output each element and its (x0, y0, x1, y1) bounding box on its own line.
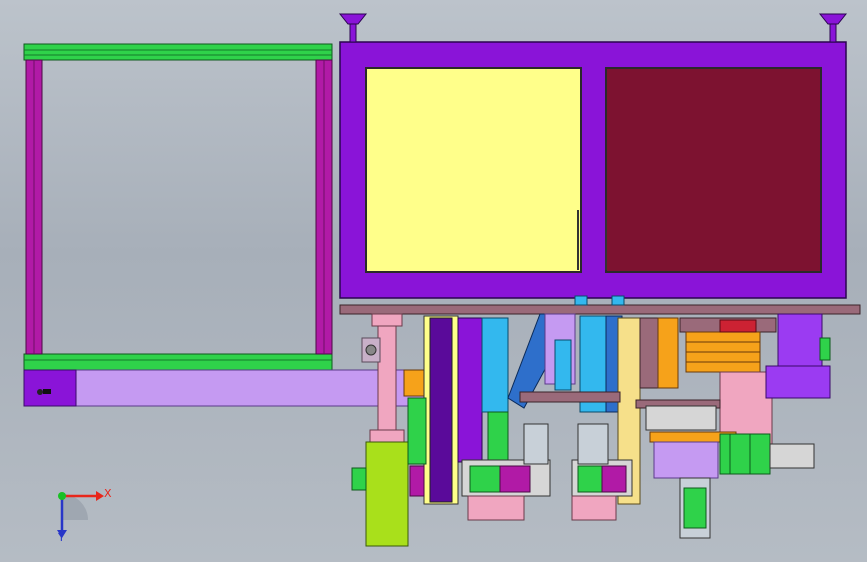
main-housing[interactable] (338, 13, 848, 299)
connector-cyan (611, 295, 625, 306)
bracket-orange (403, 369, 427, 397)
lift-assembly[interactable] (351, 313, 409, 547)
y-axis-label: Y (57, 531, 65, 544)
top-funnel-left-stem (349, 23, 357, 43)
gripper-left-finger (467, 495, 525, 521)
column-violet (457, 317, 483, 463)
x-axis-arrow (96, 491, 104, 501)
lift-rod (377, 325, 397, 431)
bracket-orange-2 (657, 317, 679, 389)
gripper-left-pad-2 (499, 465, 531, 493)
column-purple-core (429, 317, 453, 503)
column-cyan-left (481, 317, 509, 413)
coordinate-triad: X Y (57, 487, 112, 544)
triad-origin (58, 492, 66, 500)
central-mechanism[interactable] (403, 313, 679, 521)
gripper-left-pad (469, 465, 501, 493)
motor-terminal (819, 337, 831, 361)
lime-block (365, 441, 409, 547)
top-funnel-left (338, 13, 368, 25)
bracket-mauve (639, 317, 659, 389)
rod-foot (369, 429, 405, 443)
top-funnel-right-stem (829, 23, 837, 43)
motor-violet-base (765, 365, 831, 399)
base-plate (339, 304, 861, 315)
gripper-left-cylinder (523, 423, 549, 465)
panel-maroon[interactable] (605, 67, 822, 273)
side-clamp (351, 467, 367, 491)
motor-violet (777, 313, 823, 367)
sensor-cyan (554, 339, 572, 391)
conveyor-beam[interactable] (23, 369, 425, 407)
frame-bottom-rail (23, 353, 333, 371)
connector-cyan (574, 295, 588, 306)
gripper-right-cylinder (577, 423, 609, 465)
column-green (487, 411, 509, 463)
slide-carriage (645, 405, 717, 431)
rod-flange (371, 313, 403, 327)
gripper-right-pad-2 (601, 465, 627, 493)
gripper-right-pad (577, 465, 603, 493)
bearing-hub (365, 344, 377, 356)
end-cap-slot (43, 389, 51, 394)
cad-viewport[interactable]: X Y (0, 0, 867, 562)
end-cap-bolt (37, 389, 43, 395)
triad-arc (62, 494, 88, 520)
left-frame[interactable] (23, 43, 333, 371)
cross-bar (519, 391, 621, 403)
cylinder-green (719, 433, 771, 475)
x-axis-label: X (104, 487, 112, 500)
guide-green (407, 397, 427, 465)
lavender-block (653, 441, 719, 479)
conveyor-end-cap (23, 369, 77, 407)
valve-red (719, 319, 757, 333)
guide-magenta (409, 465, 425, 497)
vertical-cylinder-body (683, 487, 707, 529)
cylinder-cap (769, 443, 815, 469)
panel-yellow[interactable] (365, 67, 582, 273)
frame-top-rail (23, 43, 333, 61)
conveyor-body (23, 369, 425, 407)
top-funnel-right (818, 13, 848, 25)
cad-model-drawing[interactable]: X Y (0, 0, 867, 562)
gripper-right-finger (571, 495, 617, 521)
